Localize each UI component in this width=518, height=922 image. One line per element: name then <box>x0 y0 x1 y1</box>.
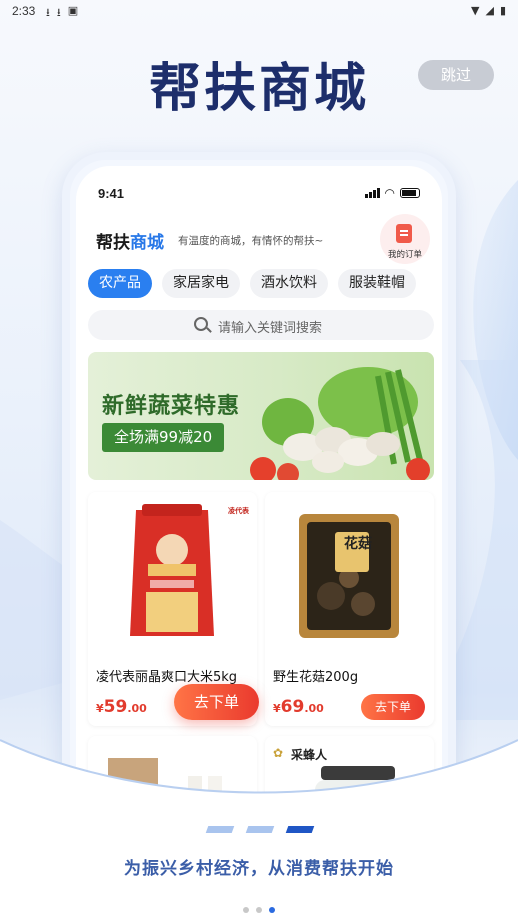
download-icon: ⭳ <box>46 6 50 19</box>
signal-icon: ◢ <box>485 4 494 17</box>
price-integer: 69 <box>280 697 305 717</box>
wifi-icon: ◠ <box>384 186 395 200</box>
product-card-mushroom[interactable]: 花菇 野生花菇200g ¥69.00 去下单 <box>265 492 434 726</box>
rice-bag-image <box>130 504 214 636</box>
phone-status-icons: ◠ <box>364 186 420 200</box>
indicator-dash-active <box>285 826 315 833</box>
battery-icon <box>400 188 420 198</box>
shop-name: 帮扶商城 <box>96 228 164 253</box>
my-orders-button[interactable]: 我的订单 <box>376 214 434 264</box>
my-orders-label: 我的订单 <box>387 250 422 260</box>
buy-button[interactable]: 去下单 <box>361 694 426 720</box>
indicator-dash <box>205 826 235 833</box>
product-name: 野生花菇200g <box>273 670 359 685</box>
brand-badge: 凌代表 <box>228 507 249 515</box>
tab-agricultural[interactable]: 农产品 <box>88 269 152 298</box>
promo-banner[interactable]: 新鲜蔬菜特惠 全场满99减20 <box>88 352 434 480</box>
shop-name-part1: 帮扶 <box>96 233 130 253</box>
phone-mockup: 9:41 ◠ 帮扶商城 有温度的商城，有情怀的帮扶~ 我的订单 农产品 家居家电… <box>62 152 456 812</box>
price-decimal: .00 <box>304 702 324 715</box>
product-price: ¥69.00 <box>273 697 324 717</box>
banner-discount-tag: 全场满99减20 <box>102 423 225 452</box>
product-name: 凌代表丽晶爽口大米5kg <box>96 670 238 685</box>
search-input[interactable]: 请输入关键词搜索 <box>88 310 434 340</box>
battery-icon: ▮ <box>499 4 506 17</box>
search-icon <box>194 317 208 331</box>
status-notification-icons: ⭳ ⭳ ▣ <box>46 4 78 23</box>
page-indicator <box>243 907 275 913</box>
buy-button-highlighted[interactable]: 去下单 <box>174 684 260 720</box>
download-icon: ⭳ <box>56 6 61 19</box>
feature-indicator <box>205 826 315 833</box>
shop-name-part2: 商城 <box>130 233 164 253</box>
search-placeholder: 请输入关键词搜索 <box>218 321 323 336</box>
price-currency: ¥ <box>273 702 281 715</box>
status-system-icons: ▼ ◢ ▮ <box>471 4 506 17</box>
tab-drinks[interactable]: 酒水饮料 <box>250 269 328 298</box>
phone-screen: 9:41 ◠ 帮扶商城 有温度的商城，有情怀的帮扶~ 我的订单 农产品 家居家电… <box>76 166 442 804</box>
app-notification-icon: ▣ <box>67 4 79 17</box>
cellular-signal-icon <box>364 188 380 198</box>
skip-button[interactable]: 跳过 <box>418 60 494 90</box>
mushroom-package-image <box>299 514 399 638</box>
phone-status-time: 9:41 <box>98 186 125 201</box>
price-integer: 59 <box>103 697 128 717</box>
order-list-icon <box>396 224 412 243</box>
splash-tagline: 为振兴乡村经济，从消费帮扶开始 <box>124 859 394 879</box>
category-tabs: 农产品 家居家电 酒水饮料 服装鞋帽 <box>88 269 416 298</box>
page-dot-active[interactable] <box>269 907 275 913</box>
product-card-partial[interactable]: 采蜂人 ✿ <box>265 736 434 804</box>
banner-title: 新鲜蔬菜特惠 <box>102 394 241 419</box>
gift-box-image <box>108 758 222 804</box>
tab-clothing[interactable]: 服装鞋帽 <box>338 269 416 298</box>
status-time: 2:33 <box>12 4 36 18</box>
price-currency: ¥ <box>96 702 104 715</box>
indicator-dash <box>245 826 275 833</box>
product-card-partial[interactable] <box>88 736 257 804</box>
wifi-icon: ▼ <box>471 4 480 17</box>
honey-jar-image <box>315 766 401 804</box>
shop-slogan: 有温度的商城，有情怀的帮扶~ <box>178 235 324 247</box>
status-bar: 2:33 ⭳ ⭳ ▣ ▼ ◢ ▮ <box>0 0 518 24</box>
price-decimal: .00 <box>127 702 147 715</box>
page-dot[interactable] <box>243 907 249 913</box>
package-label: 花菇 <box>344 536 372 552</box>
product-price: ¥59.00 <box>96 697 147 717</box>
tab-home-appliances[interactable]: 家居家电 <box>162 269 240 298</box>
page-dot[interactable] <box>256 907 262 913</box>
